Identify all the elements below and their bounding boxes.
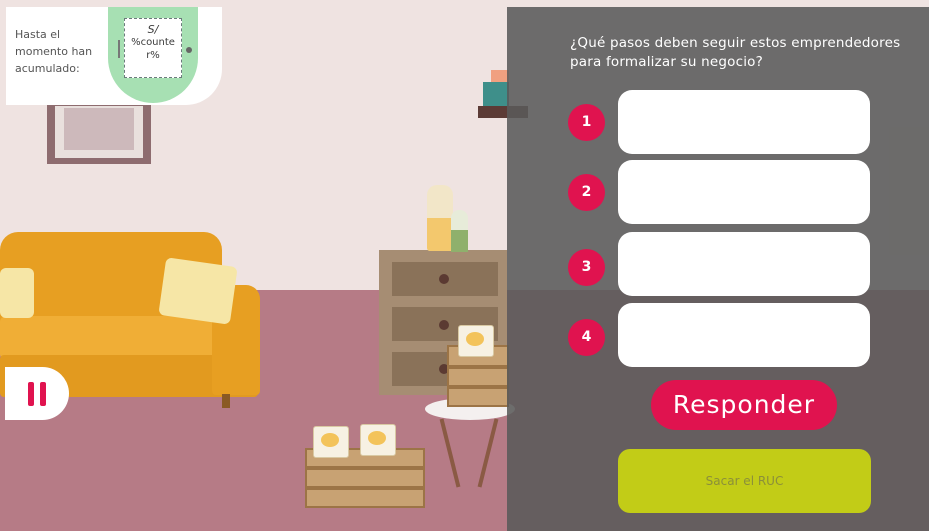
picture-frame-art (64, 108, 134, 150)
step-input-4[interactable] (618, 303, 870, 367)
step-input-1[interactable] (618, 90, 870, 154)
quiz-question: ¿Qué pasos deben seguir estos emprendedo… (570, 35, 901, 70)
books (483, 82, 509, 106)
step-number-4: 4 (568, 319, 605, 356)
step-number-3: 3 (568, 249, 605, 286)
pause-icon (28, 381, 34, 406)
accumulated-label: Hasta el momento han acumulado: (15, 28, 93, 75)
responder-button[interactable]: Responder (651, 380, 837, 430)
money-counter: S/ %counter% (124, 18, 182, 78)
counter-tick (118, 40, 120, 58)
step-input-2[interactable] (618, 160, 870, 224)
counter-dot (186, 47, 192, 53)
pause-button[interactable] (5, 367, 69, 420)
bottle-liquid (427, 218, 453, 251)
step-input-3[interactable] (618, 232, 870, 296)
option-sacar-ruc[interactable]: Sacar el RUC (618, 449, 871, 513)
step-number-2: 2 (568, 174, 605, 211)
pause-icon-bar (40, 381, 46, 406)
product-box (458, 325, 494, 357)
step-number-1: 1 (568, 104, 605, 141)
currency-symbol: S/ (147, 23, 159, 36)
drawer-knob (439, 274, 449, 284)
bottle-small-liquid (451, 230, 468, 252)
sofa-seat (0, 316, 236, 360)
sofa-leg (222, 394, 230, 408)
counter-value: %counter% (131, 37, 175, 61)
drawer-knob (439, 320, 449, 330)
sofa-pillow (158, 257, 238, 325)
product-box (313, 426, 349, 458)
sofa-pillow-left (0, 268, 34, 318)
product-box (360, 424, 396, 456)
